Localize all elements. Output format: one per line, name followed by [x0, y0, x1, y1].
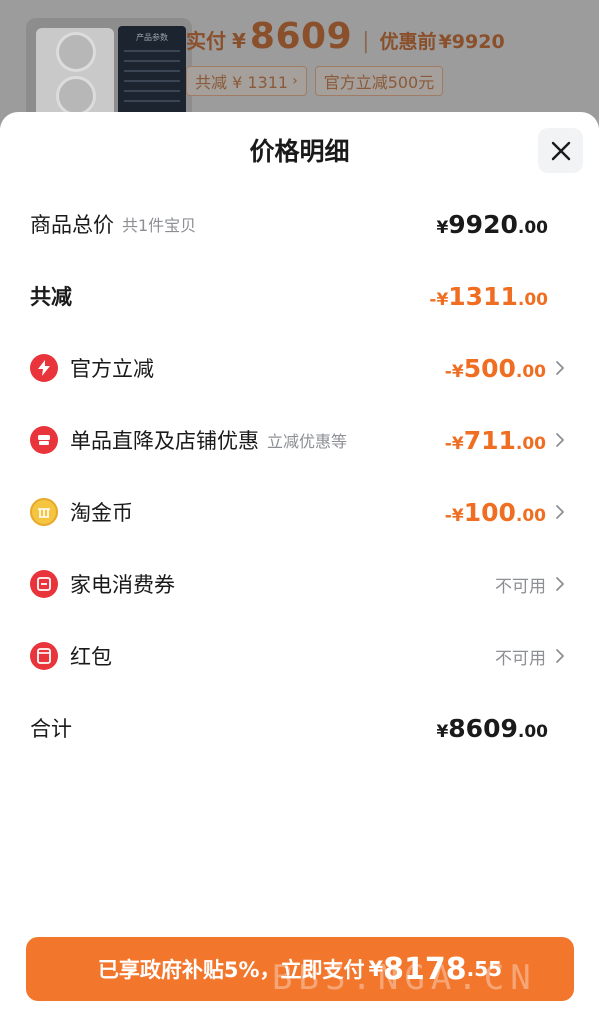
- original-price-label: 优惠前: [379, 31, 437, 53]
- row-amount: -¥ 500.00: [445, 354, 546, 383]
- row-status: 不可用: [495, 648, 546, 669]
- row-total-discount: 共减 -¥ 1311.00: [30, 276, 570, 316]
- amount-decimal: .00: [515, 361, 546, 382]
- coin-icon: [30, 498, 58, 526]
- amount-integer: 8609: [448, 713, 518, 743]
- chevron-right-icon: [556, 577, 564, 591]
- currency-symbol: ¥: [436, 721, 449, 742]
- chevron-right-icon: [556, 361, 564, 375]
- row-label: 官方立减: [70, 357, 154, 381]
- paid-amount: 8609: [249, 16, 353, 57]
- fan-icon: [56, 76, 96, 116]
- spec-line: [124, 60, 180, 62]
- close-icon: [551, 141, 570, 160]
- total-discount-chip[interactable]: 共减 ¥ 1311 ›: [186, 66, 307, 96]
- amount-integer: 1311: [448, 281, 518, 311]
- discount-chips: 共减 ¥ 1311 › 官方立减500元: [186, 66, 444, 96]
- original-price-amount: ¥9920: [438, 31, 505, 53]
- row-red-packet[interactable]: 红包 不可用: [30, 636, 570, 676]
- row-grand-total: 合计 ¥8609.00: [30, 708, 570, 748]
- row-label: 红包: [70, 645, 112, 669]
- close-button[interactable]: [538, 128, 583, 173]
- currency-symbol: -¥: [444, 433, 464, 454]
- price-detail-sheet: 价格明细 商品总价 共1件宝贝 ¥9920.00 共减 -¥ 1311.00 官方…: [0, 112, 599, 1024]
- spec-panel: 产品参数: [118, 26, 186, 126]
- fan-icon: [56, 32, 96, 72]
- pay-now-button[interactable]: 已享政府补贴5%，立即支付 ¥ 8178 .55: [26, 937, 574, 1001]
- row-amount: ¥9920.00: [436, 210, 548, 239]
- chevron-right-icon: [556, 433, 564, 447]
- amount-decimal: .00: [515, 433, 546, 454]
- amount-integer: 711: [463, 425, 516, 455]
- row-amount: -¥ 100.00: [445, 498, 546, 527]
- lightning-icon: [30, 354, 58, 382]
- paid-summary: 实付 ¥ 8609 | 优惠前 ¥9920: [186, 16, 505, 60]
- pay-currency-symbol: ¥: [368, 957, 384, 981]
- chevron-right-icon: [556, 649, 564, 663]
- spec-line: [124, 90, 180, 92]
- row-label: 单品直降及店铺优惠: [70, 429, 259, 453]
- currency-symbol: ¥: [436, 217, 449, 238]
- row-label: 淘金币: [70, 501, 133, 525]
- row-amount: -¥ 711.00: [445, 426, 546, 455]
- pay-amount-integer: 8178: [383, 951, 467, 987]
- amount-decimal: .00: [517, 721, 548, 742]
- row-official-discount[interactable]: 官方立减 -¥ 500.00: [30, 348, 570, 388]
- row-label: 商品总价: [30, 213, 114, 237]
- row-sublabel: 共1件宝贝: [122, 216, 197, 235]
- currency-symbol: -¥: [429, 289, 449, 310]
- shop-icon: [30, 426, 58, 454]
- row-taojinbi[interactable]: 淘金币 -¥ 100.00: [30, 492, 570, 532]
- total-discount-chip-label: 共减 ¥ 1311: [195, 73, 289, 92]
- row-amount: -¥ 1311.00: [429, 282, 548, 311]
- row-shop-discount[interactable]: 单品直降及店铺优惠 立减优惠等 -¥ 711.00: [30, 420, 570, 460]
- amount-decimal: .00: [517, 289, 548, 310]
- spec-line: [124, 70, 180, 72]
- row-label: 共减: [30, 285, 72, 309]
- separator: |: [362, 29, 370, 54]
- coupon-icon: [30, 570, 58, 598]
- row-amount: ¥8609.00: [436, 714, 548, 743]
- pay-amount-decimal: .55: [466, 957, 503, 981]
- row-label: 家电消费券: [70, 573, 175, 597]
- row-sublabel: 立减优惠等: [267, 432, 348, 451]
- currency-symbol: -¥: [444, 505, 464, 526]
- red-packet-icon: [30, 642, 58, 670]
- spec-line: [124, 100, 180, 102]
- official-discount-chip[interactable]: 官方立减500元: [314, 66, 444, 96]
- row-label: 合计: [30, 717, 72, 741]
- pay-button-text: 已享政府补贴5%，立即支付: [97, 958, 365, 982]
- paid-yen: ¥: [232, 29, 246, 53]
- amount-integer: 500: [463, 353, 516, 383]
- amount-integer: 9920: [448, 209, 518, 239]
- chevron-right-icon: ›: [292, 73, 298, 89]
- paid-label: 实付: [186, 29, 226, 53]
- row-status: 不可用: [495, 576, 546, 597]
- row-goods-total: 商品总价 共1件宝贝 ¥9920.00: [30, 204, 570, 244]
- official-discount-chip-label: 官方立减500元: [323, 73, 435, 92]
- spec-title: 产品参数: [136, 33, 168, 42]
- amount-decimal: .00: [515, 505, 546, 526]
- amount-integer: 100: [463, 497, 516, 527]
- row-appliance-coupon[interactable]: 家电消费券 不可用: [30, 564, 570, 604]
- currency-symbol: -¥: [444, 361, 464, 382]
- sheet-title: 价格明细: [249, 137, 350, 166]
- spec-line: [124, 50, 180, 52]
- amount-decimal: .00: [517, 217, 548, 238]
- chevron-right-icon: [556, 505, 564, 519]
- spec-line: [124, 80, 180, 82]
